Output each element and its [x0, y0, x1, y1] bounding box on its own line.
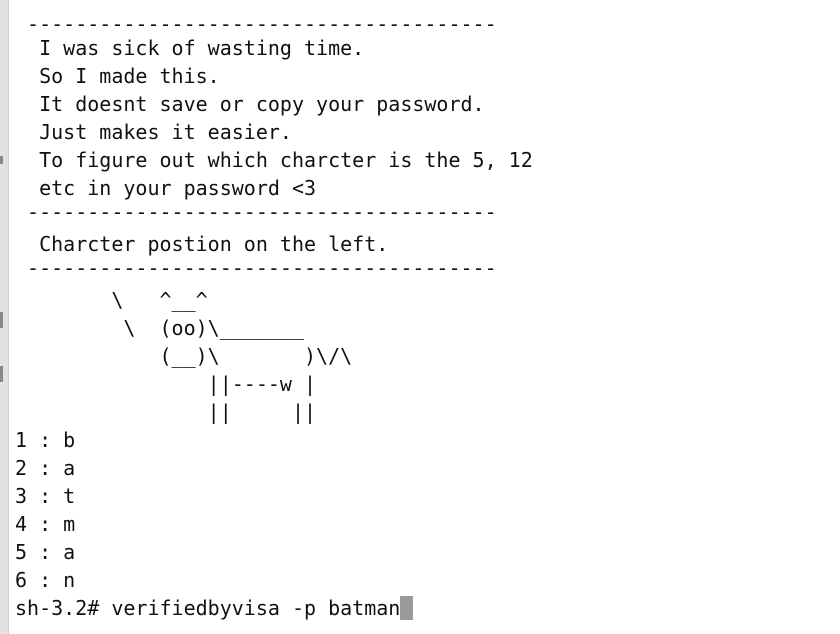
terminal-line: To figure out which charcter is the 5, 1…	[15, 148, 533, 172]
terminal-line: I was sick of wasting time.	[15, 36, 365, 60]
character-position-line: 4 : m	[15, 512, 76, 536]
character-position-line: 3 : t	[15, 484, 76, 508]
edge-tick	[0, 312, 3, 328]
ascii-art-line: \ (oo)\_______	[15, 316, 304, 340]
edge-tick	[0, 366, 3, 382]
ascii-art-line: \ ^__^	[15, 288, 208, 312]
edge-tick	[0, 156, 3, 164]
character-position-line: 2 : a	[15, 456, 76, 480]
character-position-line: 1 : b	[15, 428, 76, 452]
terminal-line: ---------------------------------------	[15, 200, 497, 224]
command-prompt-line[interactable]: sh-3.2# verifiedbyvisa -p batman	[15, 594, 414, 622]
window-left-edge	[0, 0, 9, 634]
terminal-line: ---------------------------------------	[15, 256, 497, 280]
terminal-line: So I made this.	[15, 64, 220, 88]
text-cursor	[400, 596, 414, 620]
ascii-art-line: ||----w |	[15, 372, 317, 396]
ascii-art-line: (__)\ )\/\	[15, 344, 353, 368]
terminal-line: Just makes it easier.	[15, 120, 292, 144]
character-position-line: 6 : n	[15, 568, 76, 592]
terminal-line: It doesnt save or copy your password.	[15, 92, 485, 116]
command-prompt-text: sh-3.2# verifiedbyvisa -p batman	[15, 596, 401, 620]
character-position-line: 5 : a	[15, 540, 76, 564]
ascii-art-line: || ||	[15, 400, 317, 424]
terminal-output[interactable]: --------------------------------------- …	[9, 0, 840, 634]
